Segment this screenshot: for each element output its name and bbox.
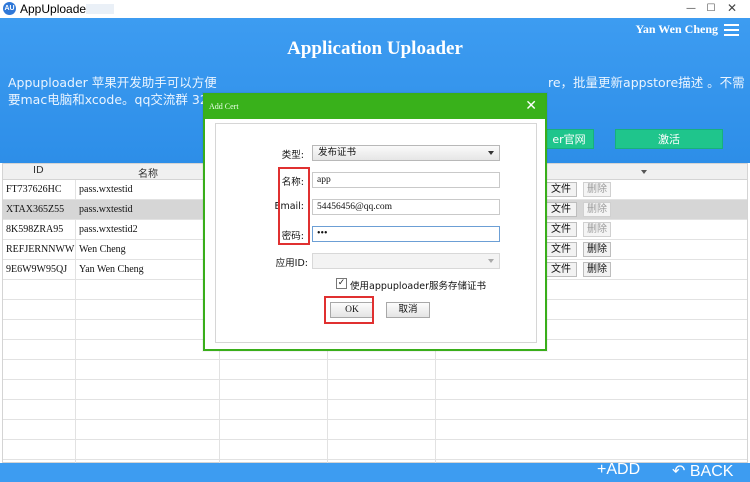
dialog-overlay: Add Cert ✕ 类型: 发布证书 名称: app Email: 54456… — [0, 18, 750, 482]
add-cert-dialog: Add Cert ✕ 类型: 发布证书 名称: app Email: 54456… — [203, 93, 547, 351]
cancel-button[interactable]: 取消 — [386, 302, 430, 318]
maximize-button[interactable]: ☐ — [703, 1, 719, 16]
ok-highlight-box — [324, 296, 374, 324]
store-cert-checkbox[interactable]: ✓ — [336, 278, 347, 289]
dialog-close-icon[interactable]: ✕ — [525, 98, 537, 114]
dialog-header: Add Cert ✕ — [205, 95, 545, 119]
close-window-button[interactable]: ✕ — [724, 1, 740, 16]
appid-select[interactable] — [312, 253, 500, 269]
window-title: AppUploader — [20, 2, 91, 16]
window-titlebar: AU AppUploader — ☐ ✕ — [0, 0, 750, 18]
title-blurred-area — [86, 4, 114, 14]
store-cert-label: 使用appuploader服务存储证书 — [350, 281, 486, 292]
labels-highlight-box — [278, 167, 310, 245]
appid-label: 应用ID: — [275, 258, 308, 269]
cert-type-value: 发布证书 — [318, 147, 357, 158]
app-logo-icon: AU — [3, 2, 16, 15]
name-input[interactable]: app — [312, 172, 500, 188]
password-input[interactable]: ••• — [312, 226, 500, 242]
chevron-down-icon — [488, 259, 494, 263]
dialog-title: Add Cert — [209, 102, 239, 111]
cert-type-select[interactable]: 发布证书 — [312, 145, 500, 161]
dialog-body: 类型: 发布证书 名称: app Email: 54456456@qq.com … — [215, 123, 537, 343]
type-label: 类型: — [281, 150, 304, 161]
email-input[interactable]: 54456456@qq.com — [312, 199, 500, 215]
minimize-button[interactable]: — — [683, 1, 699, 16]
chevron-down-icon — [488, 151, 494, 155]
